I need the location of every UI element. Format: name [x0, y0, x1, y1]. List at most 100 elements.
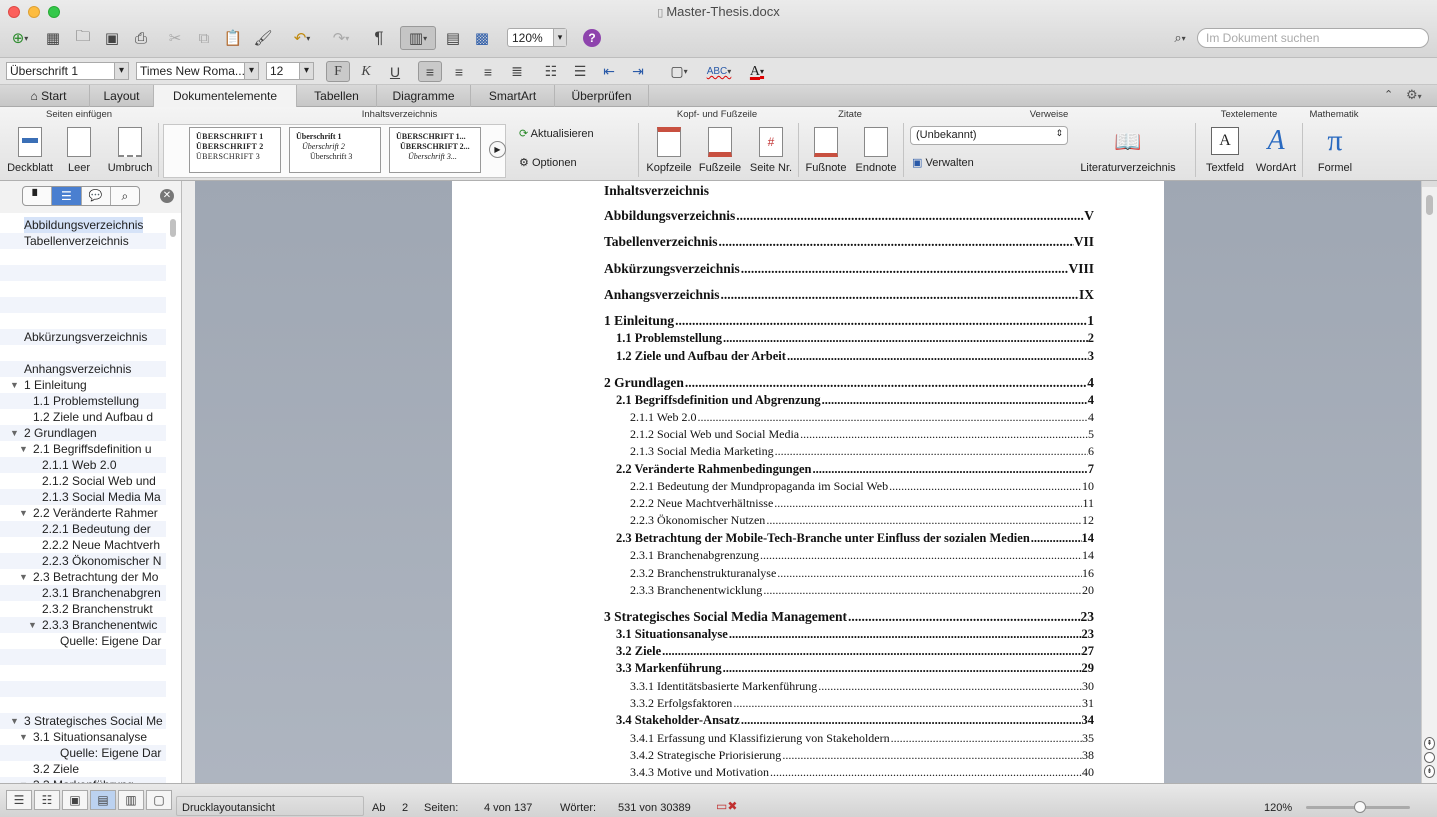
paste-button[interactable]: 📋	[220, 26, 246, 50]
notebook-view-button[interactable]: ▥	[118, 790, 144, 810]
tab-layout[interactable]: Layout	[90, 85, 154, 107]
outline-view-button[interactable]: ☷	[34, 790, 60, 810]
bibliography-button[interactable]: 📖 Literaturverzeichnis	[1078, 127, 1178, 174]
cut-button[interactable]: ✂	[162, 26, 188, 50]
toc-entry[interactable]: 2.3.2 Branchenstrukturanalyse 16	[630, 566, 1094, 582]
ribbon-settings-button[interactable]: ⚙▾	[1406, 87, 1422, 103]
toc-entry[interactable]: 3.4.1 Erfassung und Klassifizierung von …	[630, 731, 1094, 747]
disclosure-triangle-icon[interactable]: ▼	[19, 505, 28, 521]
toc-entry[interactable]: 2.1.1 Web 2.0 4	[630, 410, 1094, 426]
help-button[interactable]: ?	[580, 26, 604, 50]
footer-button[interactable]: Fußzeile	[696, 127, 744, 174]
outline-item[interactable]: 2.3.2 Branchenstrukt	[0, 601, 166, 617]
toc-entry[interactable]: 2.1.2 Social Web und Social Media 5	[630, 427, 1094, 443]
toc-entry[interactable]: 3.4.2 Strategische Priorisierung 38	[630, 748, 1094, 764]
next-page-button[interactable]: ⇟	[1424, 765, 1435, 778]
outline-item[interactable]: 2.2.3 Ökonomischer N	[0, 553, 166, 569]
outline-item[interactable]: Abbildungsverzeichnis	[0, 217, 166, 233]
previous-page-button[interactable]: ⇞	[1424, 737, 1435, 750]
toc-style-3[interactable]: ÜBERSCHRIFT 1... ÜBERSCHRIFT 2... Übersc…	[389, 127, 481, 173]
header-button[interactable]: Kopfzeile	[644, 127, 694, 174]
toc-entry[interactable]: 3.2 Ziele 27	[616, 644, 1094, 660]
tab-dokumentelemente[interactable]: Dokumentelemente	[154, 85, 297, 108]
toc-entry[interactable]: 1.2 Ziele und Aufbau der Arbeit 3	[616, 349, 1094, 365]
increase-indent-button[interactable]: ⇥	[626, 61, 650, 82]
show-formatting-button[interactable]: ¶	[367, 26, 391, 50]
toc-entry[interactable]: 2.3 Betrachtung der Mobile-Tech-Branche …	[616, 531, 1094, 547]
outline-item[interactable]	[0, 281, 166, 297]
outline-item[interactable]	[0, 297, 166, 313]
outline-item[interactable]	[0, 681, 166, 697]
toc-entry[interactable]: 2.1.3 Social Media Marketing 6	[630, 444, 1094, 460]
outline-item[interactable]: ▼ 2.3.3 Branchenentwic	[0, 617, 166, 633]
copy-button[interactable]: ⧉	[191, 26, 217, 50]
footnote-button[interactable]: Fußnote	[802, 127, 850, 174]
toc-entry[interactable]: Anhangsverzeichnis IX	[604, 287, 1094, 305]
outline-item[interactable]: Quelle: Eigene Dar	[0, 633, 166, 649]
toc-entry[interactable]: 2.2.3 Ökonomischer Nutzen 12	[630, 513, 1094, 529]
outline-item[interactable]	[0, 649, 166, 665]
outline-item[interactable]: 2.1.3 Social Media Ma	[0, 489, 166, 505]
toc-entry[interactable]: 3.3.1 Identitätsbasierte Markenführung 30	[630, 679, 1094, 695]
tab-smartart[interactable]: SmartArt	[471, 85, 555, 107]
toc-entry[interactable]: Abkürzungsverzeichnis VIII	[604, 261, 1094, 279]
disclosure-triangle-icon[interactable]: ▼	[19, 729, 28, 745]
endnote-button[interactable]: Endnote	[852, 127, 900, 174]
outline-item[interactable]: ▼ 2.2 Veränderte Rahmer	[0, 505, 166, 521]
spelling-status-button[interactable]: ▭✖	[716, 799, 737, 813]
sidebar-scroll-thumb[interactable]	[170, 219, 176, 237]
new-document-button[interactable]: ⊕ ▾	[4, 26, 36, 50]
outline-item[interactable]	[0, 665, 166, 681]
italic-button[interactable]: K	[354, 61, 378, 82]
sidebar-scrollbar[interactable]	[168, 217, 178, 779]
outline-item[interactable]: Quelle: Eigene Dar	[0, 745, 166, 761]
open-button[interactable]: 🗀	[70, 26, 96, 50]
outline-item[interactable]: ▼ 2.3 Betrachtung der Mo	[0, 569, 166, 585]
outline-item[interactable]: ▼ 1 Einleitung	[0, 377, 166, 393]
toc-entry[interactable]: 3.4.3 Motive und Motivation 40	[630, 765, 1094, 781]
highlight-button[interactable]: ABC ▾	[700, 61, 738, 82]
outline-item[interactable]	[0, 265, 166, 281]
wordart-button[interactable]: A WordArt	[1252, 127, 1300, 175]
page-break-button[interactable]: Umbruch	[104, 127, 156, 174]
toc-entry[interactable]: 2.2.2 Neue Machtverhältnisse 11	[630, 496, 1094, 512]
page-number-button[interactable]: # Seite Nr.	[746, 127, 796, 174]
toc-entry[interactable]: 3 Strategisches Social Media Management 2…	[604, 609, 1094, 627]
toc-entry[interactable]: 1.1 Problemstellung 2	[616, 331, 1094, 347]
collapse-ribbon-button[interactable]: ⌃	[1384, 88, 1393, 101]
sidebar-toggle-button[interactable]: ▥ ▾	[400, 26, 436, 50]
browse-object-button[interactable]	[1424, 752, 1435, 763]
sidebar-mode-outline[interactable]: ☰	[52, 187, 82, 205]
disclosure-triangle-icon[interactable]: ▼	[28, 617, 37, 633]
save-button[interactable]: ▣	[99, 26, 125, 50]
outline-item[interactable]: ▼ 2.1 Begriffsdefinition u	[0, 441, 166, 457]
toolbox-button[interactable]: ▩	[469, 26, 495, 50]
font-size-select[interactable]: 12	[266, 62, 314, 80]
outline-item[interactable]: 1.2 Ziele und Aufbau d	[0, 409, 166, 425]
outline-item[interactable]	[0, 345, 166, 361]
outline-item[interactable]: ▼ 3 Strategisches Social Me	[0, 713, 166, 729]
outline-item[interactable]: 2.2.1 Bedeutung der	[0, 521, 166, 537]
print-layout-view-button[interactable]: ▤	[90, 790, 116, 810]
sidebar-mode-comments[interactable]: 💬	[82, 187, 111, 205]
sidebar-mode-search[interactable]: ⌕	[111, 187, 139, 205]
gallery-button[interactable]: ▦	[40, 26, 66, 50]
search-input[interactable]: Im Dokument suchen	[1197, 28, 1429, 48]
document-scroll-thumb[interactable]	[1426, 195, 1433, 215]
bullet-list-button[interactable]: ☰	[568, 61, 592, 82]
print-button[interactable]: ⎙	[128, 26, 154, 50]
numbered-list-button[interactable]: ☷	[539, 61, 563, 82]
disclosure-triangle-icon[interactable]: ▼	[10, 425, 19, 441]
borders-button[interactable]: ▢ ▾	[662, 61, 696, 82]
sidebar-mode-thumbnails[interactable]: ▘	[23, 187, 53, 205]
outline-item[interactable]: 2.2.2 Neue Machtverh	[0, 537, 166, 553]
equation-button[interactable]: π Formel	[1306, 126, 1364, 175]
outline-item[interactable]: Anhangsverzeichnis	[0, 361, 166, 377]
toc-style-1[interactable]: ÜBERSCHRIFT 1 ÜBERSCHRIFT 2 ÜBERSCHRIFT …	[189, 127, 281, 173]
format-painter-button[interactable]: 🖌	[250, 26, 276, 50]
zoom-slider-thumb[interactable]	[1354, 801, 1366, 813]
document-page[interactable]: Inhaltsverzeichnis Abbildungsverzeichnis V…	[452, 181, 1164, 783]
bold-button[interactable]: F	[326, 61, 350, 82]
style-select[interactable]: Überschrift 1	[6, 62, 129, 80]
publishing-view-button[interactable]: ▣	[62, 790, 88, 810]
